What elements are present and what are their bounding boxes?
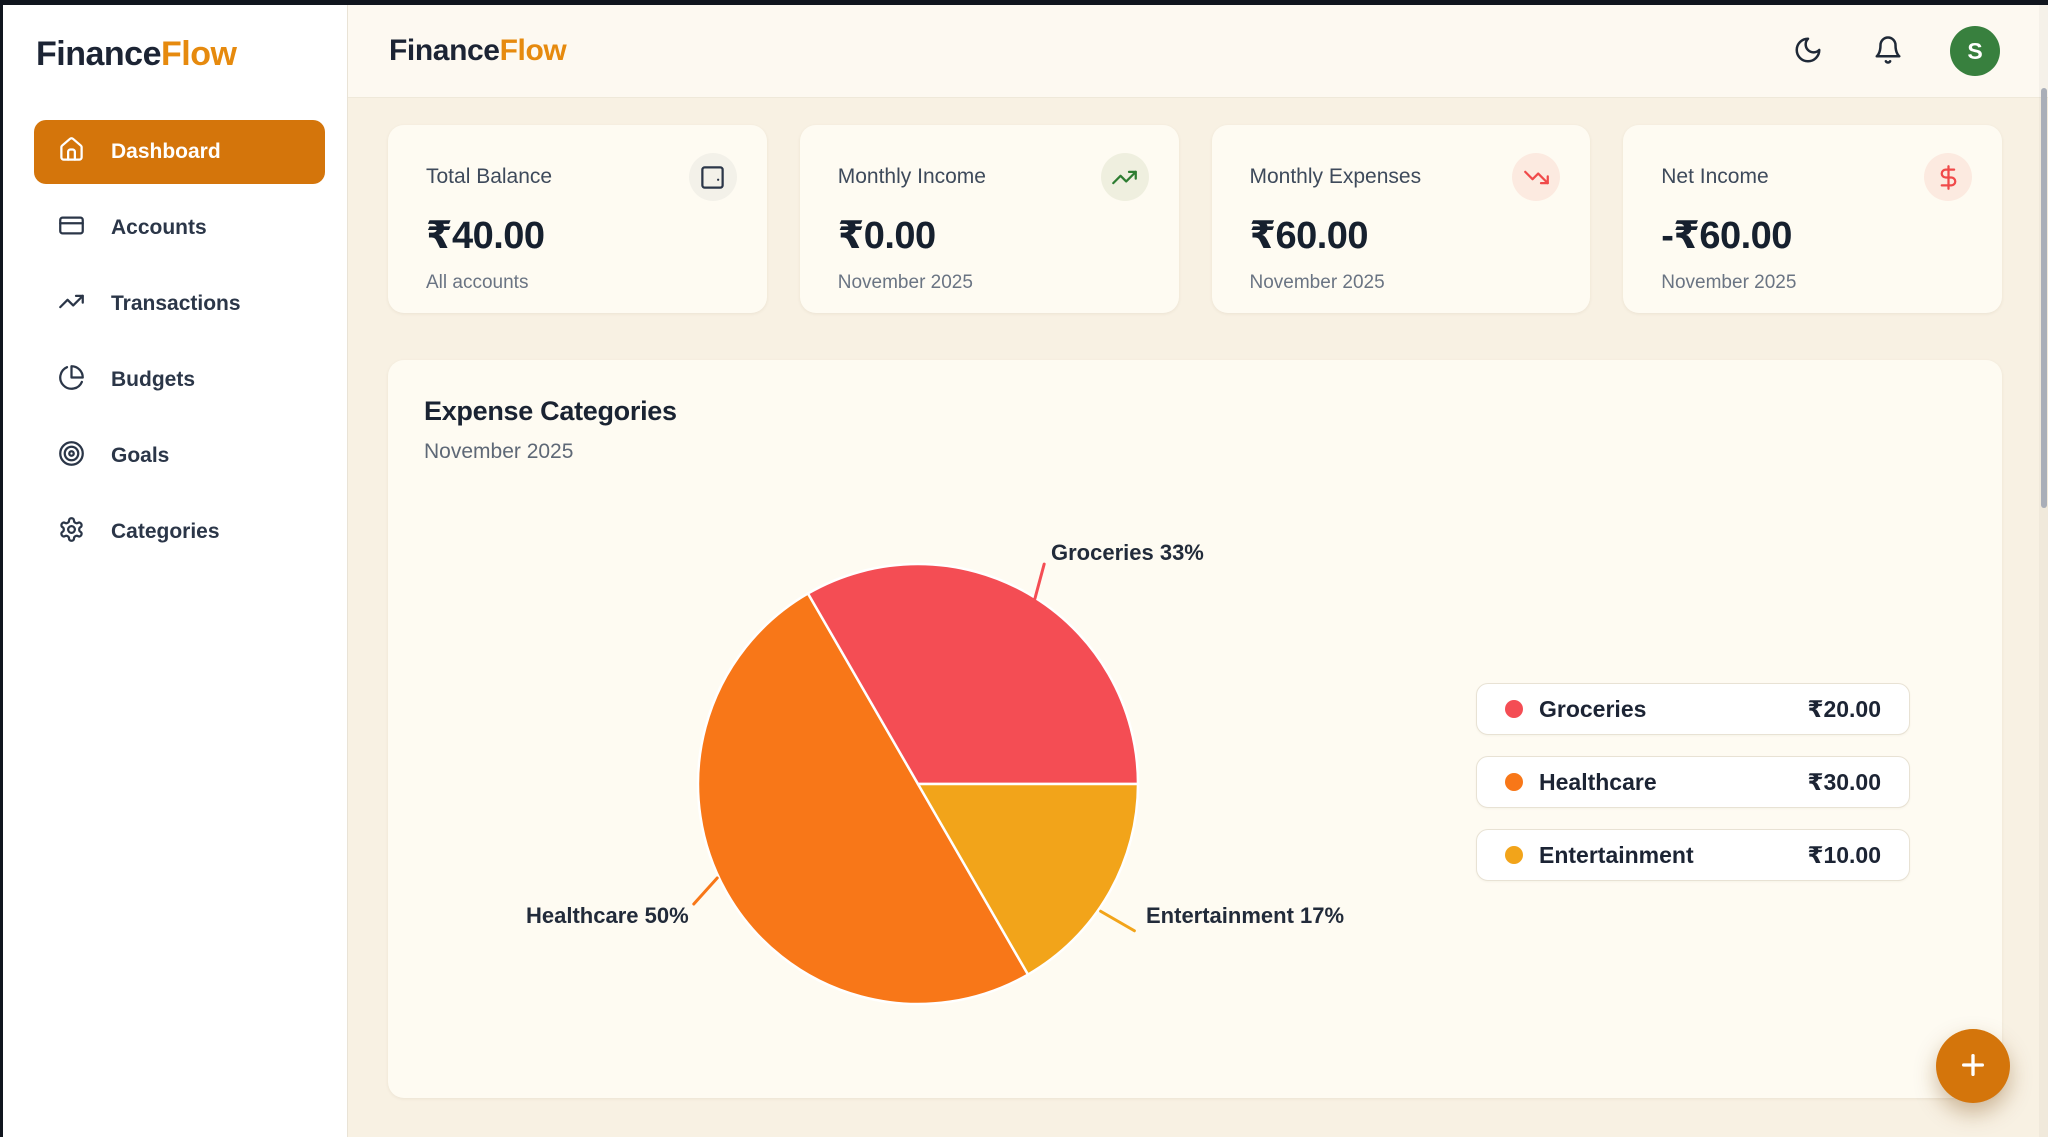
trending-up-icon	[1101, 153, 1149, 201]
theme-toggle-button[interactable]	[1790, 33, 1826, 69]
sidebar-item-transactions[interactable]: Transactions	[34, 272, 325, 336]
legend-label: Healthcare	[1539, 769, 1657, 796]
stat-card-total-balance: Total Balance ₹40.00 All accounts	[388, 125, 767, 313]
stat-value: -₹60.00	[1661, 213, 1964, 258]
sidebar-item-label: Dashboard	[111, 140, 221, 164]
sidebar-item-accounts[interactable]: Accounts	[34, 196, 325, 260]
legend-value: ₹10.00	[1807, 842, 1881, 869]
bell-icon	[1873, 35, 1903, 68]
legend-item-entertainment[interactable]: Entertainment ₹10.00	[1476, 829, 1910, 881]
sidebar-item-label: Budgets	[111, 368, 195, 392]
stat-title: Monthly Expenses	[1250, 165, 1553, 189]
finance-dashboard-page: FinanceFlow Dashboard Accounts Transacti…	[0, 0, 2048, 1137]
main-area: FinanceFlow S Total Balance ₹40.00 All a…	[348, 5, 2048, 1137]
header-actions: S	[1790, 26, 2000, 76]
sidebar-item-label: Accounts	[111, 216, 207, 240]
legend-dot-icon	[1505, 700, 1523, 718]
dollar-icon	[1924, 153, 1972, 201]
chart-legend: Groceries ₹20.00 Healthcare ₹30.00 Enter…	[1476, 683, 1910, 881]
title-primary: Finance	[389, 34, 500, 67]
stat-value: ₹60.00	[1250, 213, 1553, 258]
stat-value: ₹0.00	[838, 213, 1141, 258]
user-avatar[interactable]: S	[1950, 26, 2000, 76]
stat-title: Total Balance	[426, 165, 729, 189]
legend-dot-icon	[1505, 773, 1523, 791]
top-header: FinanceFlow S	[348, 5, 2048, 98]
legend-dot-icon	[1505, 846, 1523, 864]
chart-subtitle: November 2025	[424, 440, 573, 464]
pie-label-groceries: Groceries 33%	[1051, 540, 1204, 566]
sidebar-item-categories[interactable]: Categories	[34, 500, 325, 564]
sidebar-logo: FinanceFlow	[36, 35, 325, 74]
credit-card-icon	[58, 212, 85, 245]
stat-subtitle: November 2025	[1661, 272, 1964, 294]
pie-chart-icon	[58, 364, 85, 397]
sidebar-item-goals[interactable]: Goals	[34, 424, 325, 488]
home-icon	[58, 136, 85, 169]
logo-accent: Flow	[161, 35, 236, 73]
legend-value: ₹30.00	[1807, 769, 1881, 796]
dashboard-content: Total Balance ₹40.00 All accounts Monthl…	[348, 98, 2048, 1137]
trending-up-icon	[58, 288, 85, 321]
stat-card-monthly-income: Monthly Income ₹0.00 November 2025	[800, 125, 1179, 313]
page-title: FinanceFlow	[389, 34, 566, 68]
sidebar-nav: Dashboard Accounts Transactions Budgets …	[34, 120, 325, 564]
title-accent: Flow	[500, 34, 567, 67]
window-frame-top	[0, 0, 2048, 5]
sidebar: FinanceFlow Dashboard Accounts Transacti…	[0, 5, 348, 1137]
legend-item-groceries[interactable]: Groceries ₹20.00	[1476, 683, 1910, 735]
sidebar-item-label: Transactions	[111, 292, 241, 316]
legend-value: ₹20.00	[1807, 696, 1881, 723]
expense-pie-chart	[696, 562, 1140, 1006]
legend-item-healthcare[interactable]: Healthcare ₹30.00	[1476, 756, 1910, 808]
notifications-button[interactable]	[1870, 33, 1906, 69]
stat-title: Monthly Income	[838, 165, 1141, 189]
sidebar-item-dashboard[interactable]: Dashboard	[34, 120, 325, 184]
stat-card-net-income: Net Income -₹60.00 November 2025	[1623, 125, 2002, 313]
sidebar-item-budgets[interactable]: Budgets	[34, 348, 325, 412]
wallet-icon	[689, 153, 737, 201]
app-shell: FinanceFlow Dashboard Accounts Transacti…	[0, 5, 2048, 1137]
stat-subtitle: November 2025	[1250, 272, 1553, 294]
sidebar-item-label: Goals	[111, 444, 169, 468]
plus-icon	[1957, 1049, 1989, 1084]
gear-icon	[58, 516, 85, 549]
sidebar-item-label: Categories	[111, 520, 220, 544]
scrollbar-thumb[interactable]	[2041, 88, 2047, 508]
target-icon	[58, 440, 85, 473]
scrollbar-track	[2039, 5, 2048, 1137]
pie-label-healthcare: Healthcare 50%	[526, 903, 689, 929]
expense-categories-card: Expense Categories November 2025 Groceri…	[388, 360, 2002, 1098]
legend-label: Entertainment	[1539, 842, 1694, 869]
legend-label: Groceries	[1539, 696, 1646, 723]
chart-title: Expense Categories	[424, 396, 677, 427]
stat-subtitle: November 2025	[838, 272, 1141, 294]
stat-value: ₹40.00	[426, 213, 729, 258]
stat-subtitle: All accounts	[426, 272, 729, 294]
stats-row: Total Balance ₹40.00 All accounts Monthl…	[388, 125, 2002, 313]
add-transaction-fab[interactable]	[1936, 1029, 2010, 1103]
window-frame-left	[0, 0, 3, 1137]
logo-primary: Finance	[36, 35, 161, 73]
moon-icon	[1793, 35, 1823, 68]
stat-title: Net Income	[1661, 165, 1964, 189]
trending-down-icon	[1512, 153, 1560, 201]
pie-label-entertainment: Entertainment 17%	[1146, 903, 1344, 929]
stat-card-monthly-expenses: Monthly Expenses ₹60.00 November 2025	[1212, 125, 1591, 313]
